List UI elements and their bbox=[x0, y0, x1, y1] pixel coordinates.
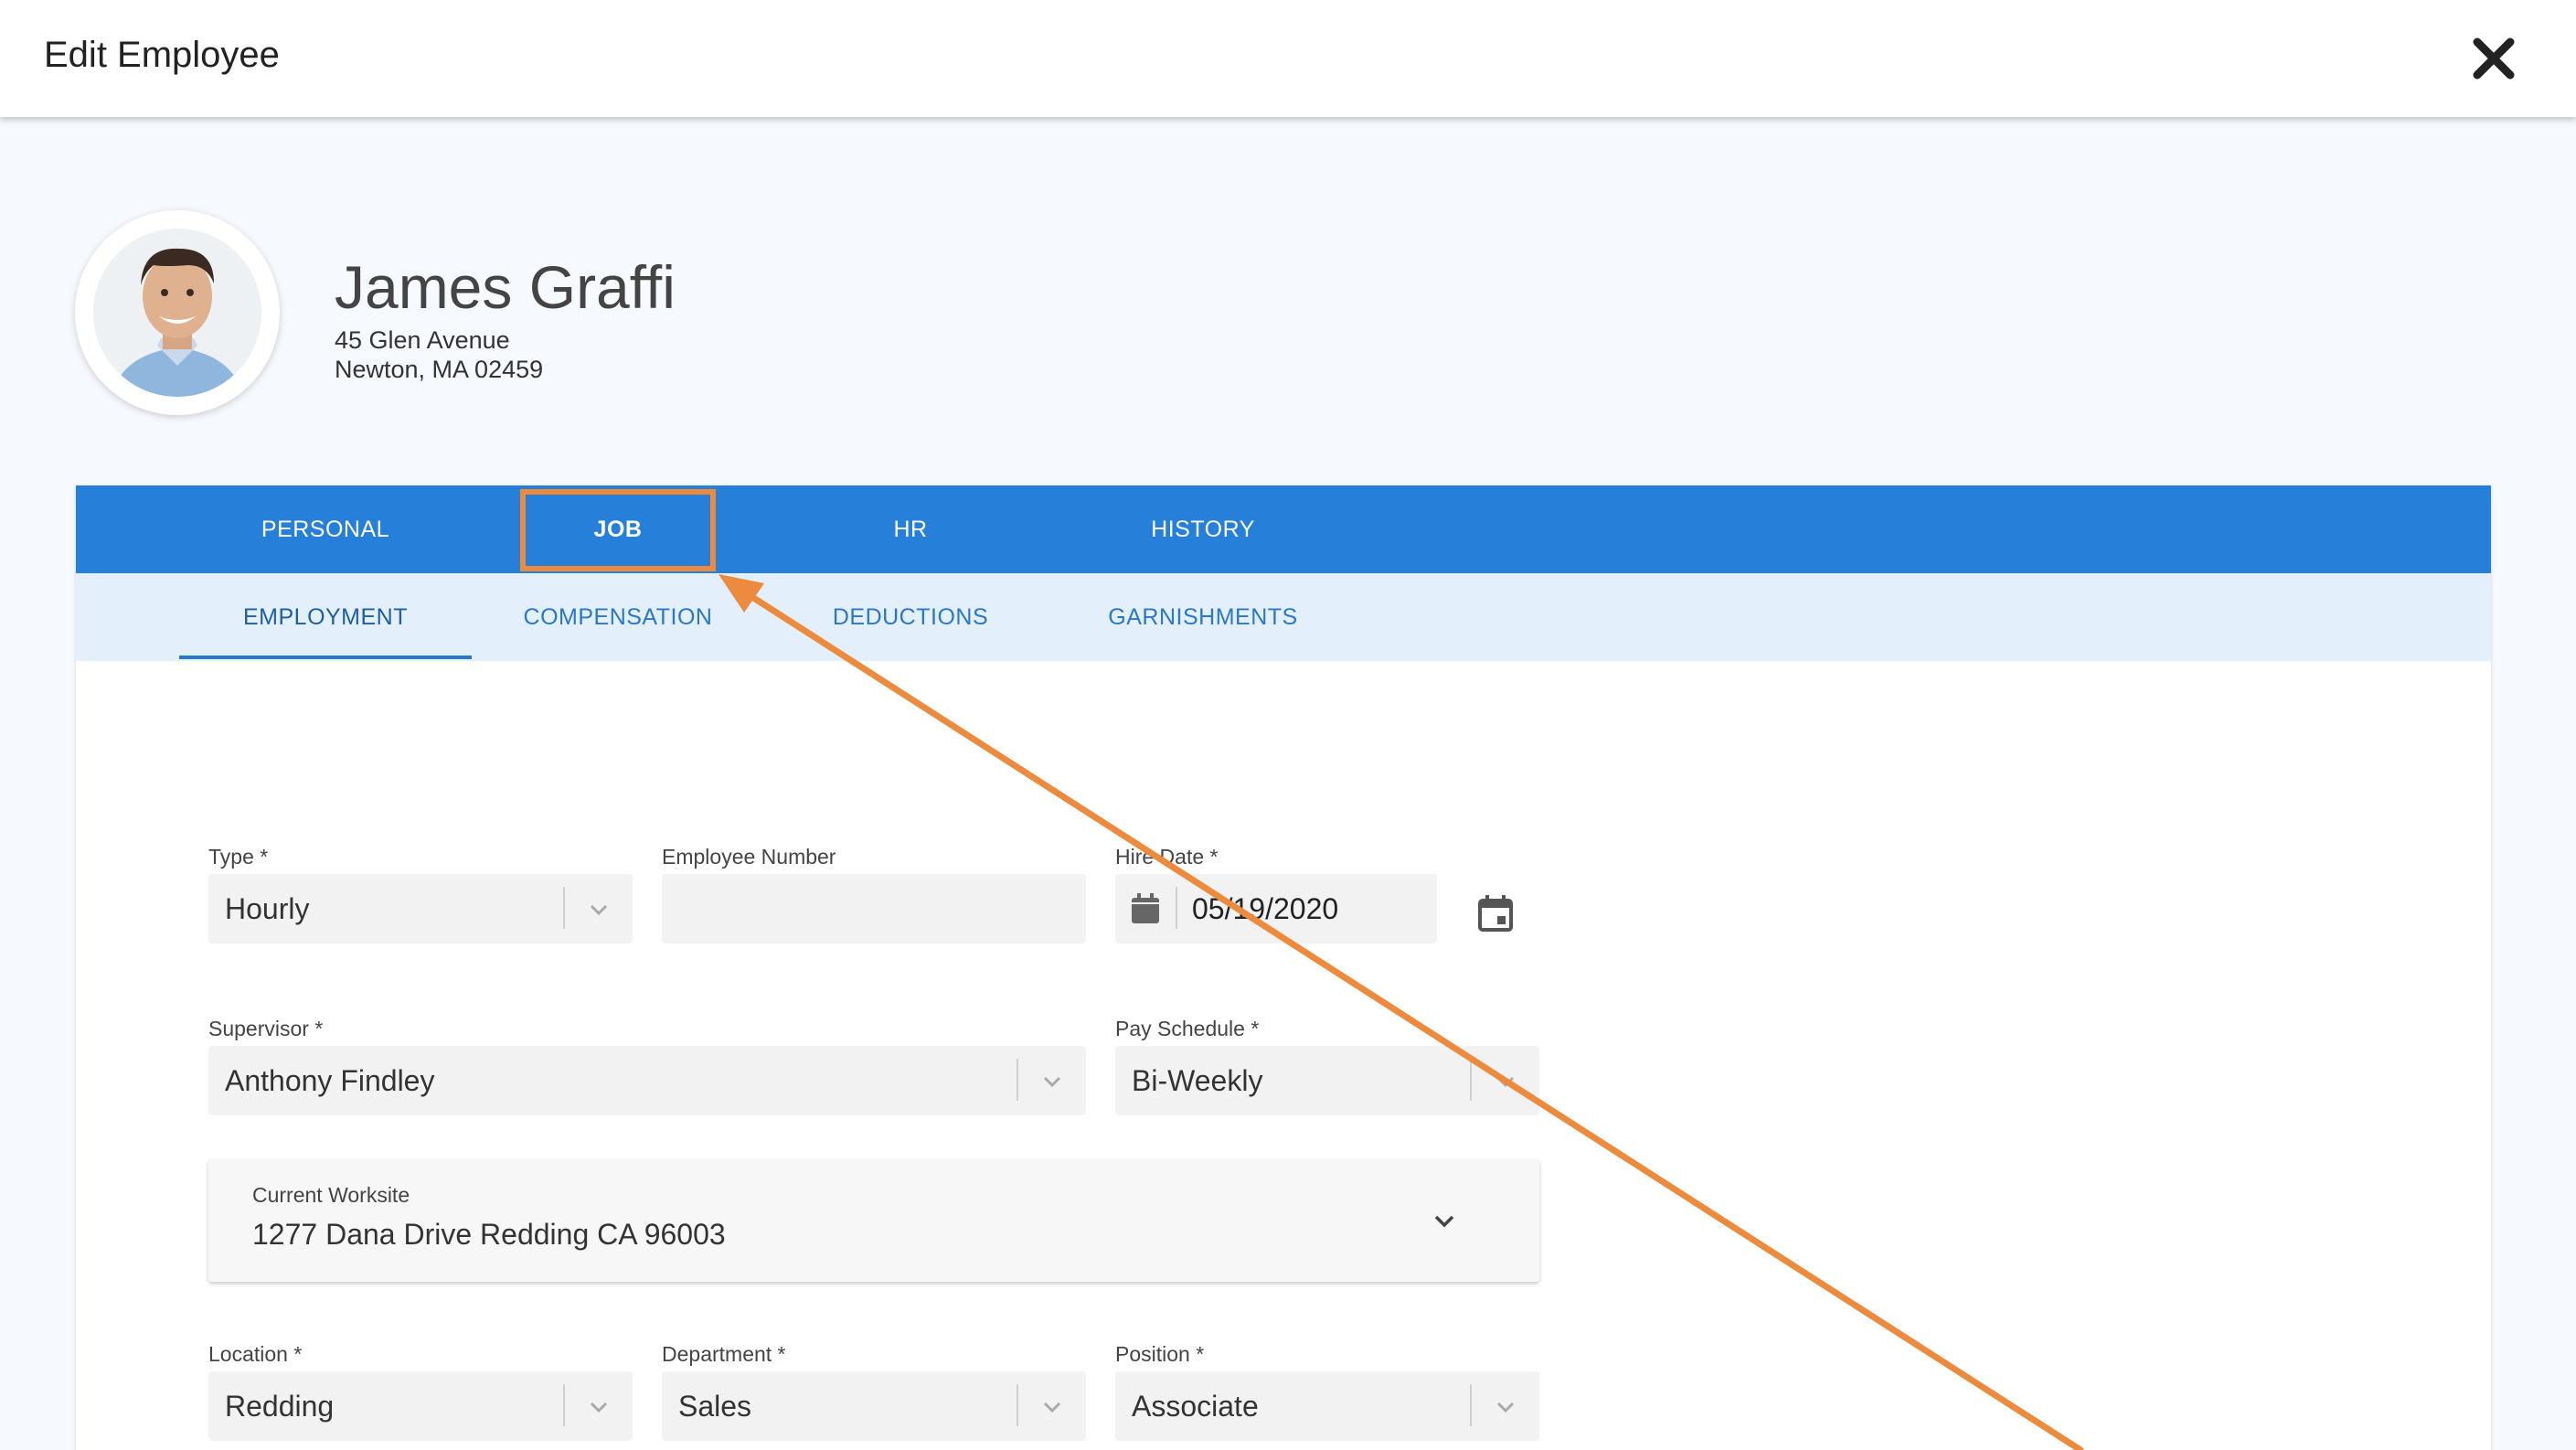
chevron-down-icon bbox=[1496, 1076, 1515, 1088]
subtab-active-indicator bbox=[179, 656, 472, 659]
chevron-down-icon bbox=[590, 1402, 608, 1413]
employee-address-line2: Newton, MA 02459 bbox=[335, 356, 544, 383]
select-divider bbox=[1017, 1059, 1018, 1101]
type-select[interactable]: Hourly bbox=[208, 874, 633, 944]
pay-schedule-value: Bi-Weekly bbox=[1132, 1064, 1263, 1097]
calendar-icon bbox=[1132, 893, 1159, 923]
position-label: Position * bbox=[1115, 1342, 1205, 1366]
hire-date-input[interactable]: 05/19/2020 bbox=[1115, 874, 1437, 944]
current-worksite-label: Current Worksite bbox=[252, 1183, 410, 1207]
department-label: Department * bbox=[662, 1342, 786, 1366]
supervisor-value: Anthony Findley bbox=[225, 1064, 435, 1097]
date-picker-icon[interactable] bbox=[1477, 894, 1514, 933]
select-divider bbox=[563, 887, 565, 929]
department-select[interactable]: Sales bbox=[662, 1371, 1086, 1441]
avatar[interactable] bbox=[93, 229, 261, 397]
pay-schedule-label: Pay Schedule * bbox=[1115, 1017, 1260, 1040]
supervisor-label: Supervisor * bbox=[208, 1017, 324, 1040]
supervisor-select[interactable]: Anthony Findley bbox=[208, 1046, 1086, 1115]
tab-history[interactable]: HISTORY bbox=[1057, 485, 1349, 573]
type-label: Type * bbox=[208, 845, 269, 869]
location-select[interactable]: Redding bbox=[208, 1371, 633, 1441]
hire-date-value: 05/19/2020 bbox=[1192, 892, 1339, 925]
chevron-down-icon bbox=[1043, 1076, 1061, 1088]
tab-job[interactable]: JOB bbox=[472, 485, 764, 573]
select-divider bbox=[1470, 1384, 1472, 1426]
employee-photo bbox=[93, 229, 261, 397]
select-divider bbox=[1470, 1059, 1472, 1101]
page-title: Edit Employee bbox=[44, 35, 280, 75]
chevron-down-icon bbox=[1043, 1402, 1061, 1413]
main-tab-bar: PERSONAL JOB HR HISTORY bbox=[76, 485, 2491, 573]
hire-date-label: Hire Date * bbox=[1115, 845, 1219, 869]
close-button[interactable] bbox=[2468, 33, 2519, 84]
subtab-compensation[interactable]: COMPENSATION bbox=[472, 573, 764, 661]
subtab-employment[interactable]: EMPLOYMENT bbox=[179, 573, 472, 661]
subtab-garnishments[interactable]: GARNISHMENTS bbox=[1057, 573, 1349, 661]
chevron-down-icon bbox=[590, 904, 608, 916]
pay-schedule-select[interactable]: Bi-Weekly bbox=[1115, 1046, 1539, 1115]
tab-hr[interactable]: HR bbox=[764, 485, 1057, 573]
chevron-down-icon bbox=[1496, 1402, 1515, 1413]
date-divider bbox=[1176, 887, 1177, 929]
select-divider bbox=[1017, 1384, 1018, 1426]
position-select[interactable]: Associate bbox=[1115, 1371, 1539, 1441]
chevron-down-icon bbox=[1434, 1215, 1454, 1228]
employee-address-line1: 45 Glen Avenue bbox=[335, 326, 510, 354]
avatar-frame bbox=[75, 210, 280, 415]
employee-number-input[interactable] bbox=[662, 874, 1086, 944]
current-worksite-select[interactable]: Current Worksite 1277 Dana Drive Redding… bbox=[208, 1159, 1539, 1282]
top-bar: Edit Employee bbox=[0, 0, 2576, 117]
employee-number-label: Employee Number bbox=[662, 845, 836, 869]
department-value: Sales bbox=[678, 1390, 752, 1423]
employee-card: PERSONAL JOB HR HISTORY EMPLOYMENT COMPE… bbox=[76, 485, 2491, 1450]
employee-name: James Graffi bbox=[335, 253, 676, 321]
location-label: Location * bbox=[208, 1342, 303, 1366]
close-icon bbox=[2473, 37, 2515, 80]
sub-tab-bar: EMPLOYMENT COMPENSATION DEDUCTIONS GARNI… bbox=[76, 573, 2491, 661]
position-value: Associate bbox=[1132, 1390, 1259, 1423]
select-divider bbox=[563, 1384, 565, 1426]
location-value: Redding bbox=[225, 1390, 335, 1423]
type-value: Hourly bbox=[225, 892, 310, 925]
tab-personal[interactable]: PERSONAL bbox=[179, 485, 472, 573]
current-worksite-value: 1277 Dana Drive Redding CA 96003 bbox=[252, 1218, 726, 1251]
subtab-deductions[interactable]: DEDUCTIONS bbox=[764, 573, 1057, 661]
